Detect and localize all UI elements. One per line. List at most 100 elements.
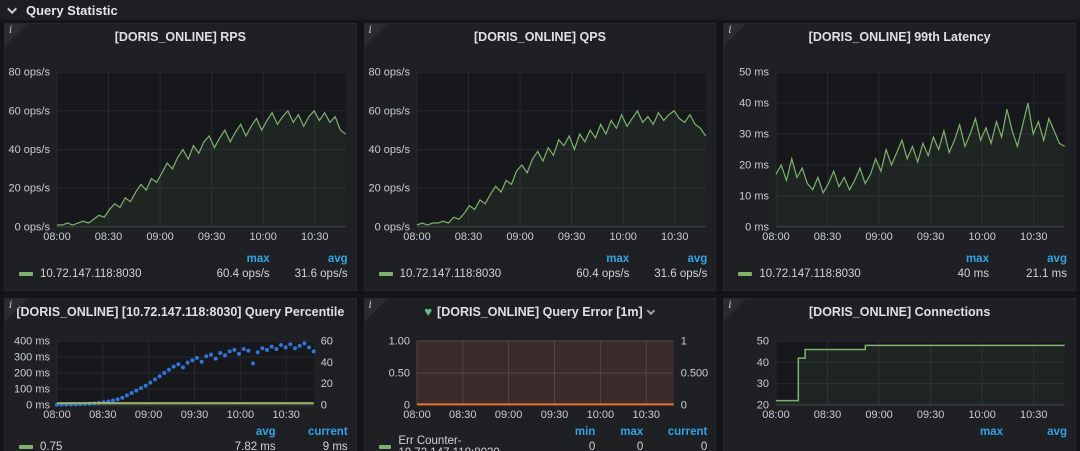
svg-text:20: 20 <box>757 399 769 411</box>
legend-header-max[interactable]: max <box>595 426 643 438</box>
legend-row: 0.75 7.82 ms 9 ms <box>19 439 348 451</box>
svg-text:0 ms: 0 ms <box>26 399 50 411</box>
svg-text:40: 40 <box>757 357 769 369</box>
latency-chart[interactable]: 08:00 08:30 09:00 09:30 10:00 10:300 ms10 ms2… <box>724 50 1075 246</box>
svg-text:30: 30 <box>757 378 769 390</box>
svg-text:09:30: 09:30 <box>558 231 585 243</box>
svg-text:09:30: 09:30 <box>181 409 208 421</box>
panel-qps: i [DORIS_ONLINE] QPS 08:00 08:30 09:00 09:3… <box>363 23 717 291</box>
svg-text:09:00: 09:00 <box>866 231 893 243</box>
query-error-chart[interactable]: 08:00 08:30 09:00 09:30 10:00 10:3000.501.000… <box>365 325 716 421</box>
legend-header-current[interactable]: current <box>276 426 348 438</box>
svg-text:1: 1 <box>680 336 686 348</box>
svg-text:0: 0 <box>404 399 410 411</box>
legend-series[interactable]: 10.72.147.118:8030 <box>738 268 905 280</box>
legend-header-avg[interactable]: avg <box>989 253 1067 265</box>
legend-series[interactable]: 10.72.147.118:8030 <box>378 268 546 280</box>
svg-text:40 ms: 40 ms <box>739 98 769 110</box>
legend-header-avg[interactable]: avg <box>1003 426 1067 438</box>
series-color-swatch <box>738 272 753 276</box>
svg-text:50: 50 <box>757 336 769 348</box>
svg-text:09:00: 09:00 <box>495 409 522 421</box>
legend: max avg 10.72.147.118:8030 60.4 ops/s 31… <box>365 252 716 282</box>
svg-text:10:00: 10:00 <box>969 231 996 243</box>
panel-info-icon[interactable]: i <box>724 299 747 321</box>
legend-header-max[interactable]: max <box>905 253 989 265</box>
panel-info-icon[interactable]: i <box>364 24 387 46</box>
legend-value-current: 9 ms <box>322 441 348 451</box>
legend-value-avg: 7.82 ms <box>234 441 276 451</box>
legend-header-avg[interactable]: avg <box>629 253 708 265</box>
svg-text:08:30: 08:30 <box>814 409 841 421</box>
svg-text:09:30: 09:30 <box>198 231 225 243</box>
connections-chart[interactable]: 08:00 08:30 09:00 09:30 10:00 10:3020304050 <box>724 325 1075 421</box>
svg-text:09:00: 09:00 <box>506 231 533 243</box>
row-header-query-statistic[interactable]: Query Statistic <box>0 0 1080 20</box>
panel-title[interactable]: ♥ [DORIS_ONLINE] Query Error [1m] <box>365 299 716 325</box>
svg-text:30 ms: 30 ms <box>739 129 769 141</box>
row-title: Query Statistic <box>26 2 118 18</box>
svg-text:10:30: 10:30 <box>661 231 688 243</box>
svg-text:10:00: 10:00 <box>609 231 636 243</box>
svg-text:09:00: 09:00 <box>135 409 162 421</box>
legend: avg current 0.75 7.82 ms 9 ms <box>5 425 356 451</box>
legend-value-max: 40 ms <box>957 268 989 280</box>
legend-row: Err Counter-10.72.147.118:8030 0 0 0 <box>378 435 708 451</box>
svg-text:20 ops/s: 20 ops/s <box>8 183 50 195</box>
svg-text:09:00: 09:00 <box>866 409 893 421</box>
panel-title[interactable]: [DORIS_ONLINE] [10.72.147.118:8030] Quer… <box>5 299 356 325</box>
panel-rps: i [DORIS_ONLINE] RPS 08:00 08:30 09:00 09:3… <box>4 23 357 291</box>
legend-value-avg: 21.1 ms <box>1026 268 1067 280</box>
svg-text:0 ms: 0 ms <box>746 221 770 233</box>
panel-info-icon[interactable]: i <box>364 299 387 321</box>
legend-series[interactable]: 0.75 <box>19 441 204 451</box>
svg-text:400 ms: 400 ms <box>14 336 50 348</box>
legend-header-max[interactable]: max <box>939 426 1003 438</box>
svg-text:10:30: 10:30 <box>1020 409 1047 421</box>
svg-text:10 ms: 10 ms <box>739 190 769 202</box>
svg-text:0: 0 <box>321 399 327 411</box>
rps-chart[interactable]: 08:00 08:30 09:00 09:30 10:00 10:300 ops/s20 … <box>5 50 356 246</box>
panel-title[interactable]: [DORIS_ONLINE] QPS <box>365 24 716 50</box>
panel-info-icon[interactable]: i <box>5 24 27 46</box>
panel-info-icon[interactable]: i <box>724 24 747 46</box>
legend-value-avg: 31.6 ops/s <box>654 268 708 280</box>
percentile-chart[interactable]: 08:00 08:30 09:00 09:30 10:00 10:300 ms100 ms… <box>5 325 356 421</box>
legend-header-min[interactable]: min <box>547 426 595 438</box>
legend-series[interactable]: 10.72.147.118:8030 <box>19 268 186 280</box>
panel-title[interactable]: [DORIS_ONLINE] Connections <box>724 299 1075 325</box>
legend-series[interactable]: Err Counter-10.72.147.118:8030 <box>378 435 548 451</box>
legend: max avg 10.72.147.118:8030 40 ms 21.1 ms <box>724 252 1075 282</box>
svg-text:09:00: 09:00 <box>146 231 173 243</box>
panel-title[interactable]: [DORIS_ONLINE] 99th Latency <box>724 24 1075 50</box>
legend-row: 10.72.147.118:8030 60.4 ops/s 31.6 ops/s <box>378 266 708 282</box>
qps-chart[interactable]: 08:00 08:30 09:00 09:30 10:00 10:300 ops/s20 … <box>365 50 716 246</box>
legend-header-max[interactable]: max <box>186 253 270 265</box>
svg-text:60: 60 <box>321 336 333 348</box>
panel-query-error: i ♥ [DORIS_ONLINE] Query Error [1m] 08:00… <box>363 298 717 451</box>
legend: min max current Err Counter-10.72.147.11… <box>365 425 716 451</box>
panel-title[interactable]: [DORIS_ONLINE] RPS <box>5 24 356 50</box>
legend-header-max[interactable]: max <box>545 253 629 265</box>
legend: max avg 10.72.147.118:8030 60.4 ops/s 31… <box>5 252 356 282</box>
legend-row: 10.72.147.118:8030 40 ms 21.1 ms <box>738 266 1067 282</box>
svg-text:10:00: 10:00 <box>227 409 254 421</box>
legend-header-avg[interactable]: avg <box>270 253 348 265</box>
svg-text:0.500: 0.500 <box>680 367 707 379</box>
svg-text:10:00: 10:00 <box>249 231 276 243</box>
legend-header-current[interactable]: current <box>643 426 708 438</box>
svg-text:80 ops/s: 80 ops/s <box>368 67 410 79</box>
svg-text:0 ops/s: 0 ops/s <box>15 221 51 233</box>
panel-99th-latency: i [DORIS_ONLINE] 99th Latency 08:00 08:30… <box>723 23 1076 291</box>
panel-query-percentile: i [DORIS_ONLINE] [10.72.147.118:8030] Qu… <box>4 298 357 451</box>
svg-text:10:30: 10:30 <box>272 409 299 421</box>
svg-text:0 ops/s: 0 ops/s <box>374 221 410 233</box>
svg-text:10:30: 10:30 <box>301 231 328 243</box>
svg-text:09:30: 09:30 <box>917 231 944 243</box>
svg-text:08:30: 08:30 <box>814 231 841 243</box>
series-color-swatch <box>378 445 392 449</box>
svg-text:100 ms: 100 ms <box>14 383 50 395</box>
legend-header-avg[interactable]: avg <box>204 426 276 438</box>
panel-info-icon[interactable]: i <box>5 299 27 321</box>
legend-value-current: 0 <box>700 441 708 451</box>
